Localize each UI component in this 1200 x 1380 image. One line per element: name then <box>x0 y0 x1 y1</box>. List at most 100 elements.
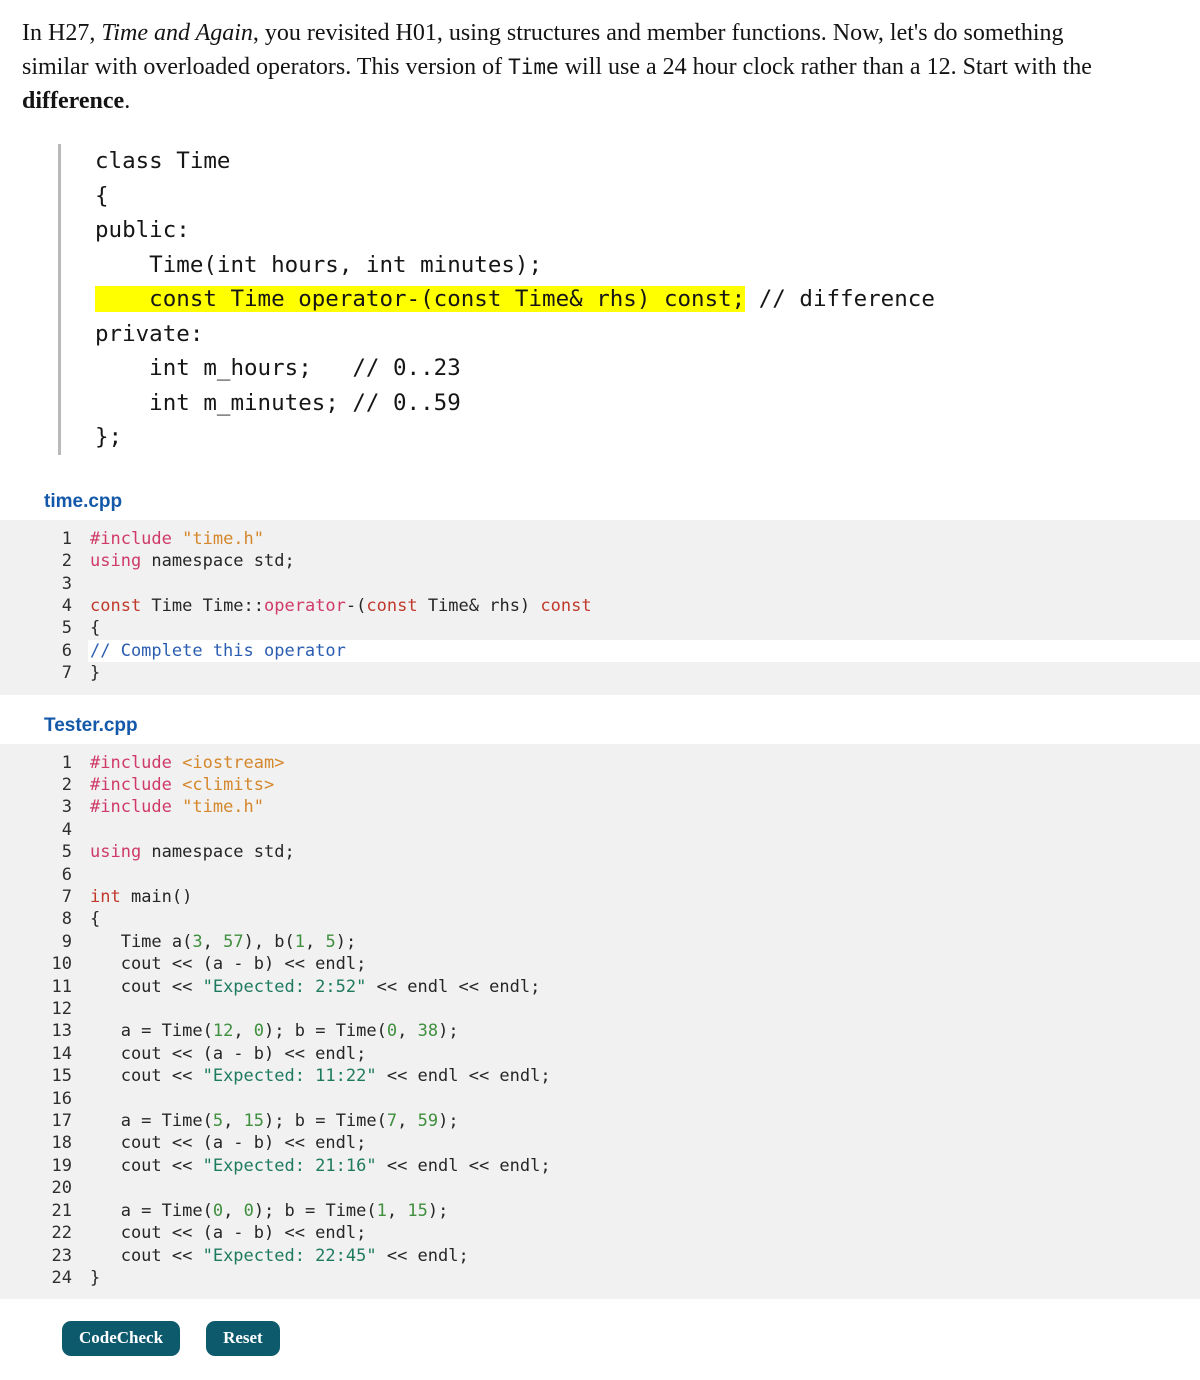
code-line: 17 a = Time(5, 15); b = Time(7, 59); <box>0 1110 1200 1132</box>
intro-italic-title: Time and Again <box>101 20 253 46</box>
line-content[interactable]: // Complete this operator <box>88 639 1200 663</box>
code-token: 1 <box>294 931 306 952</box>
code-token: ); <box>335 931 357 952</box>
line-content: } <box>88 662 1200 684</box>
code-token: 15 <box>243 1111 265 1132</box>
code-token: 57 <box>223 931 244 952</box>
code-line: 9 Time a(3, 57), b(1, 5); <box>0 931 1200 953</box>
code-token: using <box>90 551 142 572</box>
code-editor-time-cpp[interactable]: 1 #include "time.h" 2 using namespace std; 3… <box>0 519 1200 695</box>
code-token: 5 <box>212 1111 224 1132</box>
line-number: 8 <box>61 909 72 930</box>
code-token: 59 <box>417 1111 439 1132</box>
line-content: cout << (a - b) << endl; <box>88 1222 1200 1244</box>
line-content <box>88 1177 1200 1199</box>
code-token: 0 <box>212 1200 224 1221</box>
code-line: 14 cout << (a - b) << endl; <box>0 1043 1200 1065</box>
line-content: cout << (a - b) << endl; <box>88 1132 1200 1154</box>
line-content: cout << "Expected: 21:16" << endl << end… <box>88 1155 1200 1177</box>
line-content: #include <iostream> <box>88 752 1200 774</box>
code-line: 2 #include <climits> <box>0 774 1200 796</box>
line-number: 3 <box>61 797 72 818</box>
intro-mono-time: Time <box>508 55 559 80</box>
code-token: namespace std; <box>141 551 295 572</box>
code-token: , <box>305 931 326 952</box>
code-line: 4 <box>0 819 1200 841</box>
reset-button[interactable]: Reset <box>206 1321 280 1357</box>
code-token: } <box>90 663 101 684</box>
code-token: << endl; <box>376 1245 469 1266</box>
code-token: -( <box>345 595 367 616</box>
code-line: 15 cout << "Expected: 11:22" << endl << … <box>0 1065 1200 1087</box>
code-line: 3 #include "time.h" <box>0 796 1200 818</box>
codecheck-button[interactable]: CodeCheck <box>62 1321 181 1357</box>
code-token: , <box>386 1200 408 1221</box>
code-token: 0 <box>243 1200 254 1221</box>
line-number: 22 <box>51 1223 72 1244</box>
line-content: cout << (a - b) << endl; <box>88 953 1200 975</box>
line-number: 1 <box>61 528 72 549</box>
code-token: "Expected: 21:16" <box>202 1155 377 1176</box>
code-token: 0 <box>386 1021 398 1042</box>
line-number: 11 <box>51 976 72 997</box>
code-token: const <box>90 595 142 616</box>
code-token: operator <box>264 595 346 616</box>
line-number: 7 <box>61 663 72 684</box>
code-token: ); b = Time( <box>264 1111 387 1132</box>
code-token: 7 <box>386 1111 398 1132</box>
line-number: 5 <box>61 842 72 863</box>
code-line: 5 using namespace std; <box>0 841 1200 863</box>
header-code-blockquote: class Time { public: Time(int hours, int… <box>58 144 1200 455</box>
code-token: cout << <box>90 1245 203 1266</box>
hc-line-3: public: <box>95 217 190 244</box>
line-content: { <box>88 617 1200 639</box>
code-line: 1 #include <iostream> <box>0 752 1200 774</box>
code-token: #include <box>90 797 183 818</box>
code-line: 8{ <box>0 908 1200 930</box>
code-token: namespace std; <box>141 842 295 863</box>
line-content: cout << "Expected: 22:45" << endl; <box>88 1245 1200 1267</box>
code-token: << endl << endl; <box>366 976 541 997</box>
code-token: 1 <box>376 1200 387 1221</box>
line-number: 4 <box>61 819 72 840</box>
line-content <box>88 864 1200 886</box>
code-line: 7 int main() <box>0 886 1200 908</box>
line-number: 21 <box>51 1200 72 1221</box>
hc-line-4: Time(int hours, int minutes); <box>95 251 543 278</box>
line-number: 6 <box>61 864 72 885</box>
code-token: cout << <box>90 1066 203 1087</box>
line-content: Time a(3, 57), b(1, 5); <box>88 931 1200 953</box>
code-line: 3 <box>0 573 1200 595</box>
code-token: cout << (a - b) << endl; <box>90 1223 367 1244</box>
code-line: 20 <box>0 1177 1200 1199</box>
code-line: 2 using namespace std; <box>0 550 1200 572</box>
code-line[interactable]: 6 // Complete this operator <box>0 639 1200 663</box>
code-line: 24} <box>0 1267 1200 1289</box>
code-line: 23 cout << "Expected: 22:45" << endl; <box>0 1245 1200 1267</box>
line-number: 16 <box>51 1088 72 1109</box>
intro-bold-difference: difference <box>22 88 125 115</box>
hc-line-5-highlighted: const Time operator-(const Time& rhs) co… <box>95 286 746 313</box>
line-number: 15 <box>51 1066 72 1087</box>
code-line: 1 #include "time.h" <box>0 528 1200 550</box>
line-content <box>88 998 1200 1020</box>
code-token: ), b( <box>243 931 295 952</box>
line-content: { <box>88 908 1200 930</box>
code-token: "time.h" <box>182 797 265 818</box>
line-number: 6 <box>61 640 72 661</box>
hc-line-9: }; <box>95 424 123 451</box>
hc-line-1: class Time <box>95 148 231 175</box>
code-line: 13 a = Time(12, 0); b = Time(0, 38); <box>0 1020 1200 1042</box>
code-editor-tester-cpp[interactable]: 1 #include <iostream> 2 #include <climits> 3… <box>0 743 1200 1300</box>
code-token: , <box>223 1111 244 1132</box>
code-token: cout << <box>90 976 203 997</box>
code-token: , <box>397 1021 418 1042</box>
code-token: #include <box>90 528 183 549</box>
line-number: 17 <box>51 1111 72 1132</box>
header-code-blockquote-wrapper: class Time { public: Time(int hours, int… <box>0 144 1200 455</box>
code-line: 6 <box>0 864 1200 886</box>
code-token: int <box>90 887 121 908</box>
code-line: 11 cout << "Expected: 2:52" << endl << e… <box>0 976 1200 998</box>
code-token: "time.h" <box>182 528 265 549</box>
code-token: 12 <box>212 1021 234 1042</box>
